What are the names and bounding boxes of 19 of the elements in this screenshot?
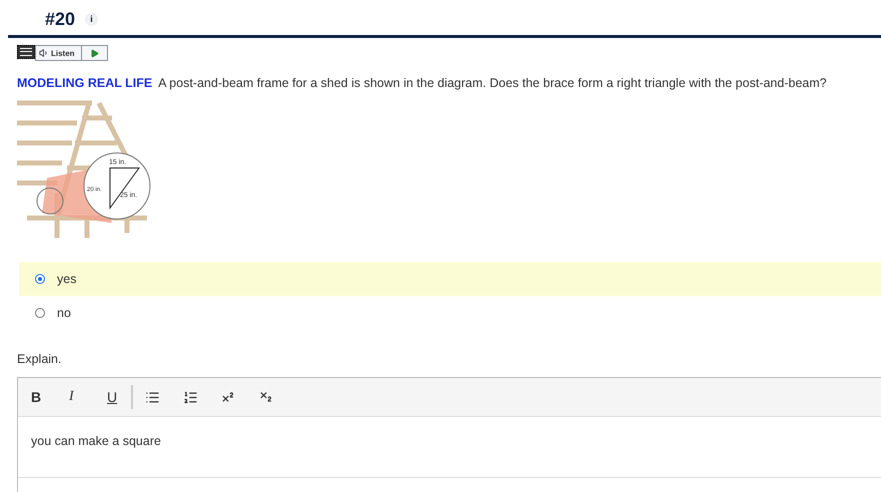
- menu-icon[interactable]: [17, 45, 35, 59]
- speaker-icon: [39, 48, 49, 58]
- play-button[interactable]: [82, 45, 108, 61]
- answer-text[interactable]: you can make a square: [18, 417, 881, 478]
- listen-button[interactable]: Listen: [35, 45, 82, 61]
- radio-button[interactable]: [35, 308, 45, 318]
- explain-label: Explain.: [17, 352, 62, 366]
- option-label: no: [57, 306, 71, 320]
- answer-option[interactable]: no: [19, 296, 881, 330]
- info-icon[interactable]: i: [85, 12, 98, 26]
- option-label: yes: [57, 272, 76, 286]
- italic-button[interactable]: I: [69, 383, 107, 411]
- underline-button[interactable]: U: [107, 383, 145, 411]
- radio-button[interactable]: [35, 274, 45, 284]
- answer-option[interactable]: yes: [19, 262, 881, 296]
- bold-button[interactable]: B: [31, 383, 69, 411]
- question-number: #20: [45, 8, 76, 30]
- question-text: MODELING REAL LIFE A post-and-beam frame for a shed is shown in the diagram. Does the brace form a right triangle with the post-and-beam?: [17, 76, 828, 90]
- play-icon: [90, 48, 99, 58]
